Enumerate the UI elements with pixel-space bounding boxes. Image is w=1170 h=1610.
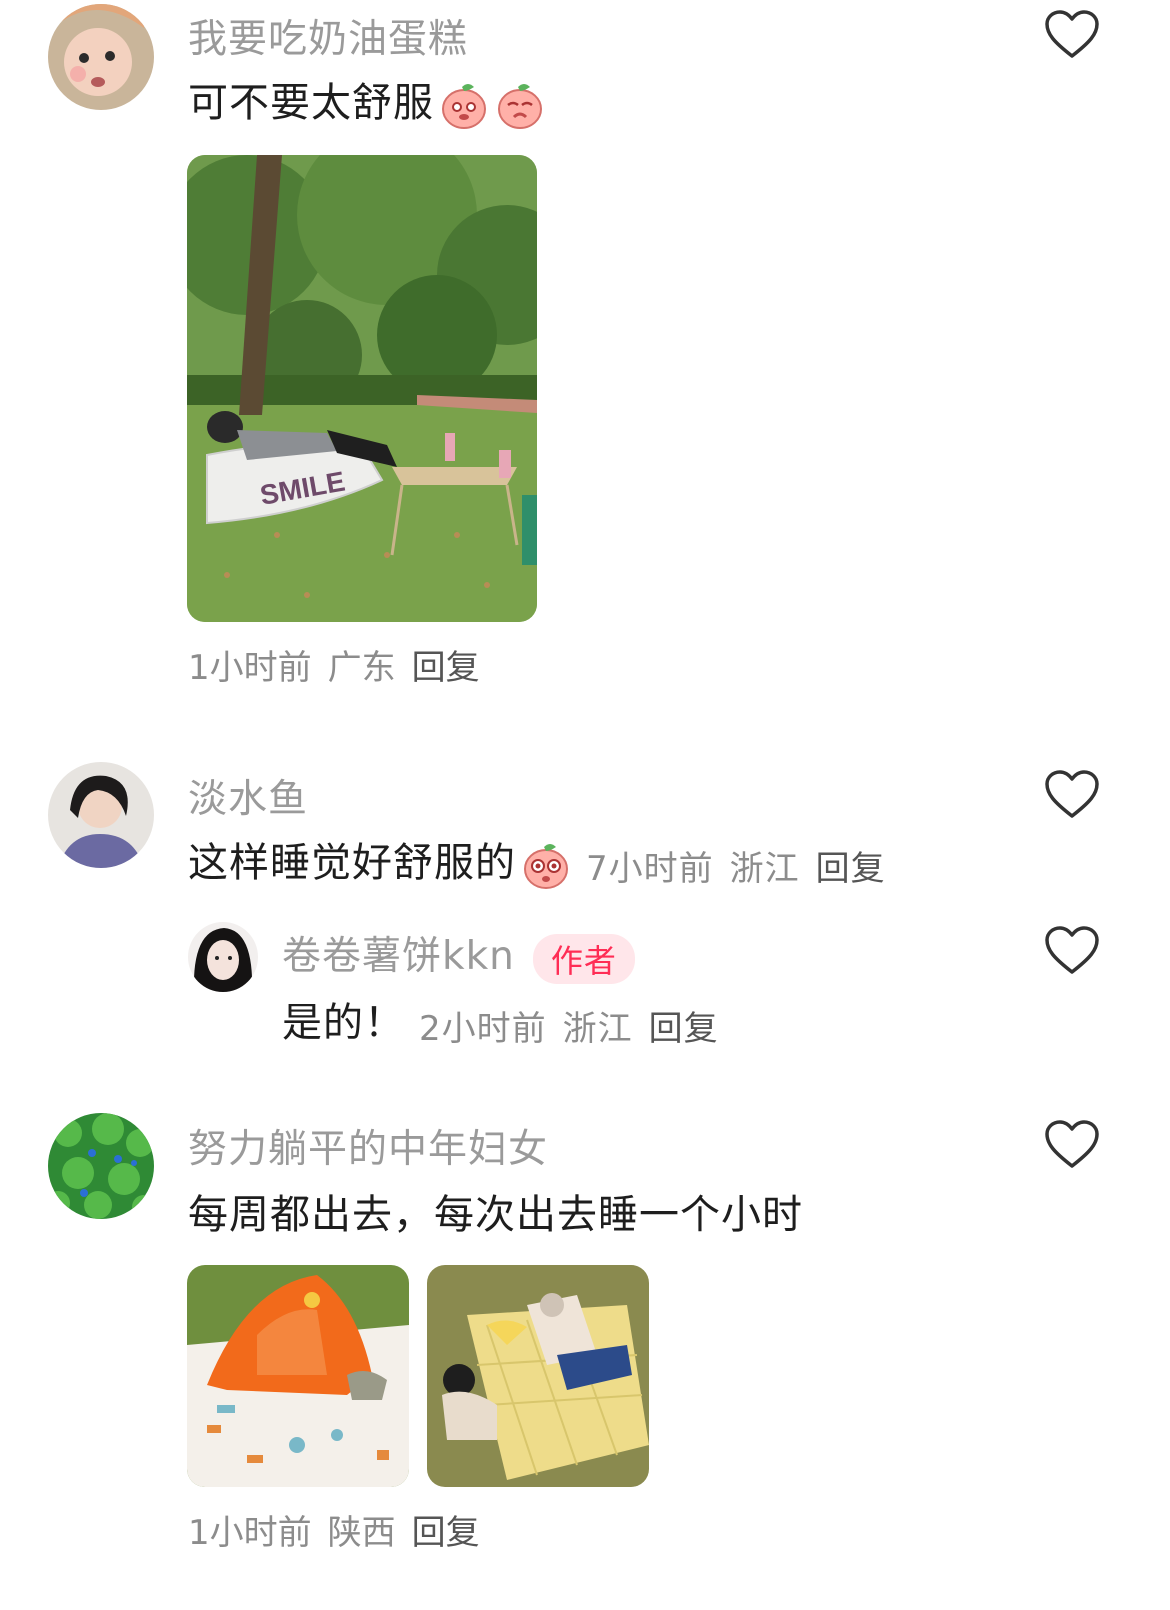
comment-photo[interactable]: SMILE (187, 155, 537, 622)
comment-text: 每周都出去，每次出去睡一个小时 (188, 1182, 803, 1240)
comment-text: 可不要太舒服 (188, 70, 546, 131)
like-heart-icon[interactable] (1044, 10, 1100, 60)
comment-time: 1小时前 (188, 648, 312, 688)
comment-time: 1小时前 (188, 1513, 312, 1553)
reply-button[interactable]: 回复 (412, 648, 480, 688)
comment-text-content: 可不要太舒服 (188, 80, 434, 126)
username[interactable]: 淡水鱼 (188, 768, 308, 824)
comment-meta: 1小时前 广东 回复 (188, 640, 496, 689)
username[interactable]: 我要吃奶油蛋糕 (188, 8, 468, 64)
like-heart-icon[interactable] (1044, 770, 1100, 820)
reply-username-text[interactable]: 卷卷薯饼kkn (282, 934, 515, 979)
comment-text-content: 这样睡觉好舒服的 (188, 840, 516, 886)
avatar[interactable] (48, 762, 154, 868)
avatar[interactable] (48, 1113, 154, 1219)
reply-text-content: 是的！ (282, 1000, 405, 1046)
reply-text: 是的！ 2小时前 浙江 回复 (282, 990, 735, 1050)
comment-meta: 7小时前 浙江 回复 (586, 849, 902, 889)
like-heart-icon[interactable] (1044, 1120, 1100, 1170)
like-heart-icon[interactable] (1044, 926, 1100, 976)
reply-avatar[interactable] (188, 922, 258, 992)
comment-photo[interactable] (187, 1265, 409, 1487)
reply-button[interactable]: 回复 (649, 1009, 719, 1049)
comment-text-content: 每周都出去，每次出去睡一个小时 (188, 1192, 803, 1238)
reply-username: 卷卷薯饼kkn 作者 (282, 925, 635, 984)
author-badge: 作者 (532, 933, 635, 984)
comment-location: 浙江 (729, 848, 800, 889)
comment-time: 7小时前 (586, 848, 714, 889)
comment-text: 这样睡觉好舒服的 7小时前 浙江 回复 (188, 830, 902, 891)
comment-location: 陕西 (327, 1513, 396, 1553)
comment-meta: 1小时前 陕西 回复 (188, 1505, 496, 1554)
comment-location: 广东 (327, 648, 396, 688)
peach-emoji-icon (438, 79, 490, 131)
comment-photo[interactable] (427, 1265, 649, 1487)
reply-meta: 2小时前 浙江 回复 (419, 1009, 735, 1049)
reply-time: 2小时前 (419, 1008, 547, 1049)
reply-button[interactable]: 回复 (412, 1513, 480, 1553)
reply-button[interactable]: 回复 (816, 849, 886, 889)
peach-emoji-icon (494, 79, 546, 131)
reply-location: 浙江 (562, 1008, 633, 1049)
username[interactable]: 努力躺平的中年妇女 (188, 1118, 548, 1174)
avatar[interactable] (48, 4, 154, 110)
peach-emoji-icon (520, 839, 572, 891)
